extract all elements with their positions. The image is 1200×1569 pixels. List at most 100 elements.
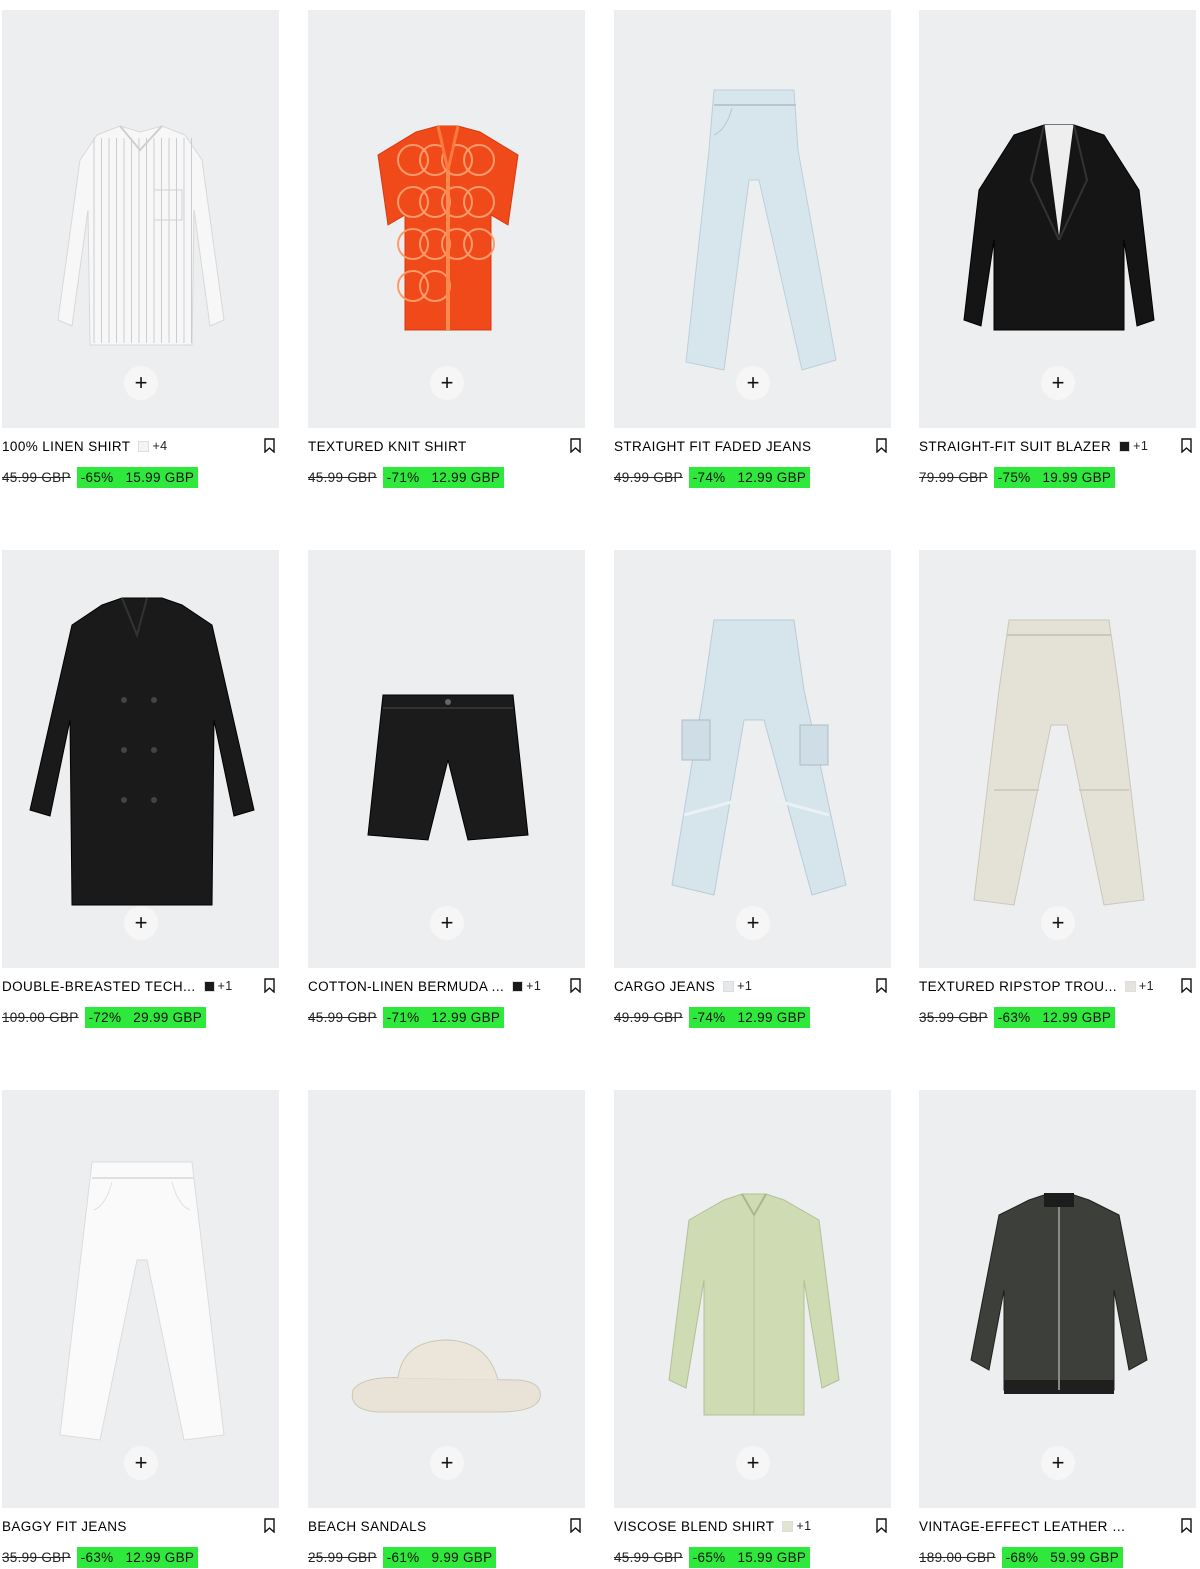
product-image[interactable]: + [614,10,891,428]
bookmark-icon[interactable] [1181,438,1192,453]
product-name[interactable]: BAGGY FIT JEANS [2,1519,127,1534]
bookmark-icon[interactable] [264,978,275,993]
add-to-cart-button[interactable]: + [124,366,158,400]
sale-price: 19.99 GBP [1042,469,1112,485]
product-name[interactable]: DOUBLE-BREASTED TECH... [2,979,196,994]
discount-percent: -74% [692,469,726,485]
color-swatch[interactable] [203,980,215,992]
add-to-cart-button[interactable]: + [1041,1446,1075,1480]
color-swatch[interactable] [138,440,150,452]
sale-badge: -71% 12.99 GBP [382,466,505,488]
discount-percent: -61% [386,1549,420,1565]
product-image[interactable]: + [614,1090,891,1508]
product-grid: + 100% LINEN SHIRT +4 45.99 GBP -65% 15.… [0,0,1200,1569]
original-price: 45.99 GBP [308,469,377,485]
price-row: 45.99 GBP -71% 12.99 GBP [308,1006,505,1028]
bookmark-icon[interactable] [876,438,887,453]
product-title-row: STRAIGHT-FIT SUIT BLAZER +1 [919,437,1196,455]
more-colors-count[interactable]: +4 [152,439,167,453]
product-name[interactable]: CARGO JEANS [614,979,715,994]
product-name[interactable]: VISCOSE BLEND SHIRT [614,1519,774,1534]
product-image[interactable]: + [2,550,279,968]
original-price: 45.99 GBP [308,1009,377,1025]
add-to-cart-button[interactable]: + [430,366,464,400]
discount-percent: -71% [386,1009,420,1025]
add-to-cart-button[interactable]: + [736,1446,770,1480]
bookmark-icon[interactable] [264,438,275,453]
product-image[interactable]: + [2,1090,279,1508]
discount-percent: -71% [386,469,420,485]
price-row: 79.99 GBP -75% 19.99 GBP [919,466,1116,488]
color-swatch[interactable] [1124,980,1136,992]
color-swatch[interactable] [723,980,735,992]
discount-percent: -75% [997,469,1031,485]
more-colors-count[interactable]: +1 [526,979,541,993]
sale-badge: -75% 19.99 GBP [993,466,1116,488]
sale-price: 29.99 GBP [133,1009,203,1025]
price-row: 109.00 GBP -72% 29.99 GBP [2,1006,207,1028]
bookmark-icon[interactable] [570,438,581,453]
discount-percent: -68% [1005,1549,1039,1565]
color-swatch[interactable] [1119,440,1131,452]
bookmark-icon[interactable] [1181,978,1192,993]
product-image[interactable]: + [919,550,1196,968]
more-colors-count[interactable]: +1 [1139,979,1154,993]
sale-price: 12.99 GBP [1042,1009,1112,1025]
sale-badge: -63% 12.99 GBP [76,1546,199,1568]
more-colors-count[interactable]: +1 [218,979,233,993]
color-swatch[interactable] [512,980,524,992]
product-title-row: TEXTURED KNIT SHIRT [308,437,585,455]
sale-price: 12.99 GBP [431,469,501,485]
product-name[interactable]: COTTON-LINEN BERMUDA ... [308,979,504,994]
product-name[interactable]: VINTAGE-EFFECT LEATHER BOM... [919,1519,1129,1534]
price-row: 49.99 GBP -74% 12.99 GBP [614,1006,811,1028]
original-price: 35.99 GBP [2,1549,71,1565]
price-row: 35.99 GBP -63% 12.99 GBP [2,1546,199,1568]
sale-badge: -72% 29.99 GBP [84,1006,207,1028]
add-to-cart-button[interactable]: + [430,1446,464,1480]
discount-percent: -74% [692,1009,726,1025]
original-price: 49.99 GBP [614,469,683,485]
discount-percent: -72% [88,1009,122,1025]
product-image[interactable]: + [308,1090,585,1508]
product-name[interactable]: TEXTURED KNIT SHIRT [308,439,467,454]
product-image[interactable]: + [308,10,585,428]
add-to-cart-button[interactable]: + [736,366,770,400]
discount-percent: -65% [692,1549,726,1565]
add-to-cart-button[interactable]: + [124,906,158,940]
product-image[interactable]: + [614,550,891,968]
product-name[interactable]: STRAIGHT-FIT SUIT BLAZER [919,439,1111,454]
product-name[interactable]: 100% LINEN SHIRT [2,439,130,454]
more-colors-count[interactable]: +1 [1133,439,1148,453]
add-to-cart-button[interactable]: + [1041,366,1075,400]
bookmark-icon[interactable] [570,978,581,993]
price-row: 45.99 GBP -65% 15.99 GBP [2,466,199,488]
bookmark-icon[interactable] [876,1518,887,1533]
more-colors-count[interactable]: +1 [737,979,752,993]
product-image[interactable]: + [919,1090,1196,1508]
product-image[interactable]: + [2,10,279,428]
product-name[interactable]: TEXTURED RIPSTOP TROU... [919,979,1117,994]
product-image[interactable]: + [308,550,585,968]
bookmark-icon[interactable] [1181,1518,1192,1533]
bookmark-icon[interactable] [570,1518,581,1533]
product-name[interactable]: STRAIGHT FIT FADED JEANS [614,439,811,454]
product-title-row: DOUBLE-BREASTED TECH... +1 [2,977,279,995]
sale-badge: -71% 12.99 GBP [382,1006,505,1028]
sale-price: 12.99 GBP [431,1009,501,1025]
product-name[interactable]: BEACH SANDALS [308,1519,427,1534]
add-to-cart-button[interactable]: + [430,906,464,940]
add-to-cart-button[interactable]: + [1041,906,1075,940]
bookmark-icon[interactable] [876,978,887,993]
product-image[interactable]: + [919,10,1196,428]
more-colors-count[interactable]: +1 [796,1519,811,1533]
add-to-cart-button[interactable]: + [736,906,770,940]
original-price: 35.99 GBP [919,1009,988,1025]
product-title-row: TEXTURED RIPSTOP TROU... +1 [919,977,1196,995]
bookmark-icon[interactable] [264,1518,275,1533]
color-swatch[interactable] [782,1520,794,1532]
product-title-row: 100% LINEN SHIRT +4 [2,437,279,455]
discount-percent: -65% [80,469,114,485]
add-to-cart-button[interactable]: + [124,1446,158,1480]
price-row: 25.99 GBP -61% 9.99 GBP [308,1546,497,1568]
